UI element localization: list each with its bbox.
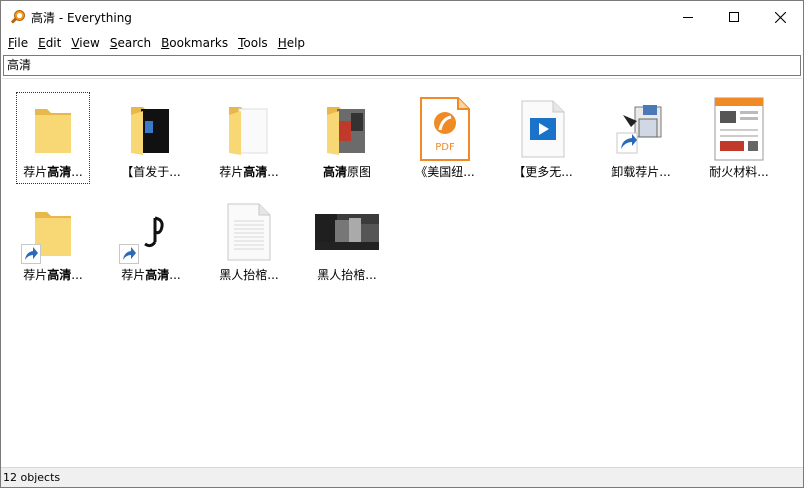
folder-shortcut-icon — [17, 196, 89, 268]
search-input[interactable]: 高清 — [3, 55, 801, 76]
result-item[interactable]: 卸载荐片... — [605, 93, 677, 183]
result-item[interactable]: 黑人抬棺... — [213, 196, 285, 286]
folder-with-photo-icon — [311, 93, 383, 165]
uninstaller-shortcut-icon — [605, 93, 677, 165]
menu-tools[interactable]: Tools — [233, 33, 273, 53]
result-item[interactable]: 耐火材料... — [703, 93, 775, 183]
shortcut-arrow-icon — [119, 244, 139, 264]
minimize-button[interactable] — [665, 1, 711, 33]
status-text: 12 objects — [3, 471, 61, 484]
pdf-file-icon: PDF — [409, 93, 481, 165]
result-item[interactable]: 黑人抬棺... — [311, 196, 383, 286]
result-item[interactable]: 【首发于... — [115, 93, 187, 183]
result-item[interactable]: 荐片高清... — [16, 92, 90, 184]
menu-file[interactable]: File — [3, 33, 33, 53]
result-item[interactable]: 【更多无... — [507, 93, 579, 183]
menu-search[interactable]: Search — [105, 33, 156, 53]
result-item[interactable]: PDF 《美国纽... — [409, 93, 481, 183]
menu-file-rest: ile — [14, 36, 29, 50]
folder-with-images-icon — [115, 93, 187, 165]
status-bar: 12 objects — [1, 467, 803, 487]
close-icon — [774, 11, 786, 23]
menu-help[interactable]: Help — [273, 33, 310, 53]
menu-bookmarks[interactable]: Bookmarks — [156, 33, 233, 53]
result-item[interactable]: 荐片高清... — [17, 196, 89, 286]
everything-window: 高清 - Everything File Edit View Search Bo… — [0, 0, 804, 488]
maximize-button[interactable] — [711, 1, 757, 33]
results-grid[interactable]: 荐片高清... 【首发于... 荐片高清... 高清原图 PDF 《美国纽...… — [2, 78, 802, 467]
result-item[interactable]: 高清原图 — [311, 93, 383, 183]
window-title: 高清 - Everything — [31, 10, 132, 25]
folder-icon — [17, 93, 89, 165]
maximize-icon — [729, 12, 739, 22]
menu-edit[interactable]: Edit — [33, 33, 66, 53]
everything-app-icon — [10, 9, 26, 25]
video-file-icon — [507, 93, 579, 165]
folder-with-document-icon — [213, 93, 285, 165]
result-item[interactable]: 荐片高清... — [115, 196, 187, 286]
close-button[interactable] — [757, 1, 803, 33]
menu-view[interactable]: View — [66, 33, 104, 53]
svg-text:PDF: PDF — [435, 142, 455, 153]
blank-file-icon — [213, 196, 285, 268]
shortcut-arrow-icon — [21, 244, 41, 264]
title-bar[interactable]: 高清 - Everything — [1, 1, 803, 33]
app-shortcut-icon — [115, 196, 187, 268]
result-item[interactable]: 荐片高清... — [213, 93, 285, 183]
menu-bar: File Edit View Search Bookmarks Tools He… — [1, 33, 803, 53]
image-thumbnail-icon — [311, 196, 383, 268]
document-thumbnail-icon — [703, 93, 775, 165]
minimize-icon — [683, 17, 693, 18]
